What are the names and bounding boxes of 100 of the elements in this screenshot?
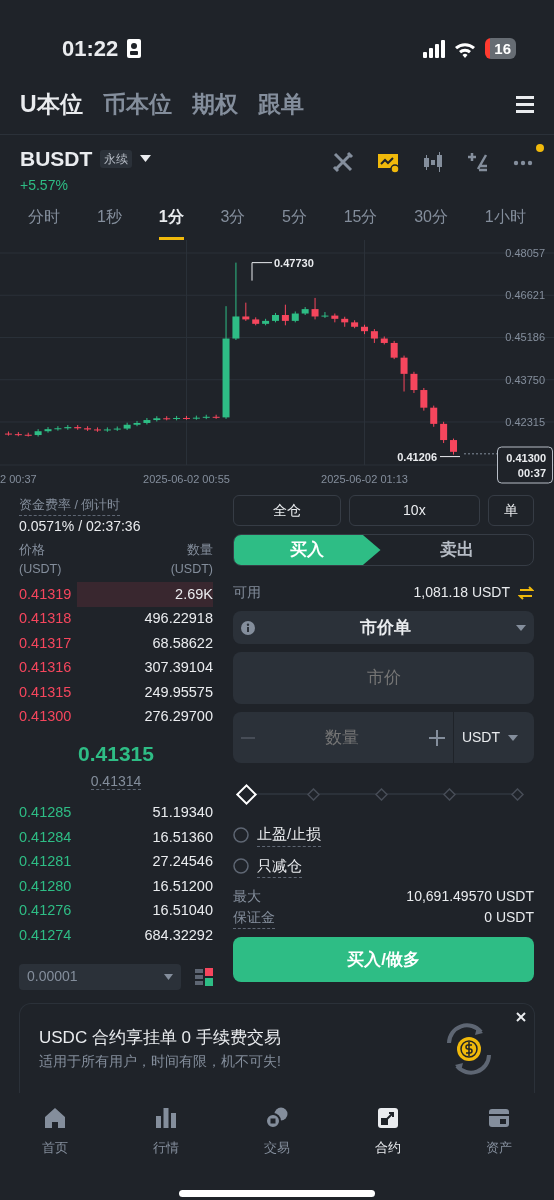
slider-step[interactable] (375, 787, 388, 801)
close-icon[interactable] (516, 1012, 526, 1022)
order-price[interactable]: 0.41300 (19, 706, 72, 729)
candle (370, 328, 378, 344)
quantity-unit[interactable]: USDT (461, 727, 500, 748)
side-tab[interactable]: 卖出 (380, 535, 533, 565)
interval-tab[interactable]: 15分 (343, 199, 378, 240)
candle (4, 431, 12, 437)
candle (143, 417, 151, 425)
symbol-name[interactable]: BUSDT (20, 143, 93, 175)
price-axis-label: 0.42315 (505, 415, 545, 428)
candle (311, 297, 319, 320)
price-axis-label: 0.45186 (505, 331, 545, 344)
slider-step[interactable] (510, 787, 524, 801)
menu-icon[interactable] (516, 96, 534, 113)
coins-icon (265, 1106, 289, 1130)
order-price[interactable]: 0.41316 (19, 657, 72, 680)
margin-value: 0 USDT (484, 908, 534, 927)
candle (202, 414, 210, 420)
order-price[interactable]: 0.41317 (19, 632, 72, 655)
candle (450, 438, 457, 456)
candle (54, 425, 62, 432)
candle (361, 324, 368, 335)
leverage-button[interactable]: 10x (348, 495, 481, 526)
option-label[interactable]: 只减仓 (257, 854, 302, 878)
nav-tab[interactable]: 首页 (0, 1105, 110, 1173)
price-axis-label: 0.48057 (505, 247, 545, 259)
candle (430, 405, 438, 428)
candle (34, 428, 42, 437)
plus-icon[interactable] (428, 729, 445, 746)
time-axis-label: 2025-06-02 00:55 (143, 473, 230, 485)
column-unit: (USDT) (19, 560, 62, 578)
high-price-label: 0.47730 (274, 256, 314, 269)
order-price[interactable]: 0.41315 (19, 681, 72, 704)
candle (14, 431, 22, 437)
radio-button[interactable] (233, 858, 249, 875)
nav-tab[interactable]: 交易 (222, 1105, 332, 1173)
candle (113, 426, 121, 432)
interval-tab[interactable]: 30分 (414, 199, 448, 240)
candle (321, 311, 329, 319)
order-price[interactable]: 0.41276 (19, 900, 72, 922)
market-tab[interactable]: 期权 (191, 87, 238, 122)
candle (380, 336, 388, 345)
price-axis-label: 0.43750 (505, 373, 545, 386)
position-mode-button[interactable]: 单 (488, 495, 534, 526)
status-time: 01:22 (62, 35, 119, 63)
interval-tab[interactable]: 1分 (158, 199, 184, 240)
candle (153, 415, 161, 422)
order-amount: 307.39104 (144, 658, 213, 678)
order-price[interactable]: 0.41318 (19, 608, 72, 630)
order-price[interactable]: 0.41280 (19, 875, 72, 898)
order-price[interactable]: 0.41284 (19, 826, 72, 849)
order-amount: 684.32292 (144, 925, 213, 945)
interval-tab[interactable]: 1秒 (97, 199, 122, 240)
candle (281, 304, 289, 326)
promo-banner[interactable]: USDC 合约享挂单 0 手续费交易 适用于所有用户，时间有限，机不可失! (19, 1003, 535, 1093)
precision-select[interactable]: 0.00001 (19, 963, 181, 990)
interval-tab[interactable]: 5分 (282, 199, 307, 240)
time-axis-label: 2025-06-02 01:13 (321, 473, 408, 485)
last-price-label: 0.41300 (506, 452, 546, 464)
candlestick-icon[interactable] (422, 150, 444, 173)
calculator-icon[interactable] (467, 150, 489, 173)
crossed-swords-icon[interactable] (332, 150, 354, 173)
nav-tab[interactable]: 行情 (111, 1105, 221, 1173)
order-price[interactable]: 0.41274 (19, 924, 72, 947)
candle (440, 421, 448, 444)
caret-icon (164, 973, 173, 980)
order-type-select[interactable]: 市价单 (233, 611, 534, 644)
caret-icon[interactable] (140, 155, 152, 163)
slider-step[interactable] (442, 787, 456, 801)
nav-tab[interactable]: 资产 (444, 1105, 554, 1173)
order-price[interactable]: 0.41285 (19, 802, 72, 824)
interval-tab[interactable]: 分时 (28, 199, 61, 240)
order-price[interactable]: 0.41281 (19, 851, 72, 873)
order-price[interactable]: 0.41319 (19, 583, 72, 606)
margin-mode-button[interactable]: 全仓 (233, 495, 341, 526)
interval-tab[interactable]: 3分 (220, 199, 246, 240)
banner-title: USDC 合约享挂单 0 手续费交易 (39, 1027, 282, 1050)
radio-button[interactable] (233, 826, 249, 843)
option-label[interactable]: 止盈/止损 (257, 823, 322, 847)
order-book-layout-icon[interactable] (195, 966, 213, 987)
id-card-icon (126, 38, 143, 59)
transfer-icon[interactable] (518, 585, 534, 600)
candle (64, 424, 72, 431)
slider-step[interactable] (307, 787, 321, 801)
market-tab[interactable]: 币本位 (102, 87, 172, 122)
quantity-field[interactable]: 数量 USDT (233, 712, 534, 763)
market-tab[interactable]: 跟单 (257, 87, 304, 122)
price-chart[interactable]: 0.48057 0.46621 0.45186 0.43750 0.42315 2 00:37 2025-06-02 00:55 2025-06-02 01:13 0.47730 0.41206 0.41300 00:37 (0, 240, 554, 490)
leader-line (251, 262, 273, 282)
price-change: +5.57% (20, 175, 69, 195)
info-icon[interactable] (241, 620, 255, 635)
order-amount: 16.51360 (152, 827, 213, 847)
time-axis-label: 2 00:37 (0, 473, 37, 485)
market-tab[interactable]: U本位 (20, 87, 83, 122)
order-amount: 2.69K (175, 584, 213, 604)
nav-tab[interactable]: 合约 (333, 1105, 443, 1173)
interval-tab[interactable]: 1小时 (484, 199, 526, 240)
candle (272, 312, 279, 323)
order-amount: 27.24546 (152, 852, 213, 872)
